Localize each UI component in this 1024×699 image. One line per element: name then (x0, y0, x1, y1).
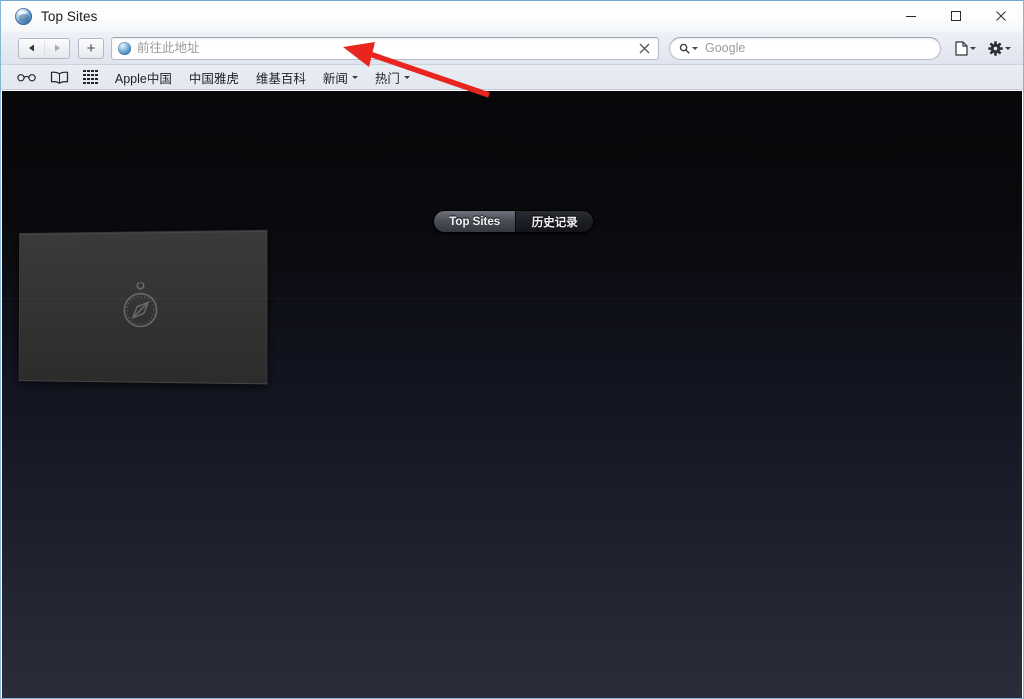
clear-address-icon[interactable] (637, 41, 651, 55)
maximize-button[interactable] (933, 1, 978, 31)
bookmarks-book-icon[interactable] (50, 71, 69, 84)
address-bar[interactable] (111, 36, 659, 60)
new-tab-button[interactable]: + (78, 37, 104, 59)
page-icon (955, 40, 968, 56)
page-menu-button[interactable] (955, 40, 976, 56)
toolbar-right-actions (955, 40, 1011, 56)
bookmark-label: 热门 (374, 71, 400, 86)
tab-label: 历史记录 (531, 216, 578, 229)
window-title: Top Sites (41, 9, 98, 24)
top-site-thumbnail-slot[interactable] (18, 229, 268, 385)
chevron-down-icon (351, 75, 358, 79)
bookmark-label: 维基百科 (255, 71, 306, 86)
tab-history[interactable]: 历史记录 (515, 211, 593, 232)
reader-glasses-icon[interactable] (17, 72, 36, 82)
tab-top-sites[interactable]: Top Sites (434, 211, 516, 232)
top-sites-grid-icon[interactable] (83, 69, 98, 85)
bookmark-label: Apple中国 (114, 71, 172, 86)
chevron-down-icon (1005, 46, 1011, 50)
view-toggle: Top Sites 历史记录 (433, 210, 594, 233)
chevron-down-icon (970, 46, 976, 50)
bookmark-label: 新闻 (322, 71, 348, 86)
title-bar: Top Sites (1, 1, 1023, 32)
gear-icon (988, 40, 1003, 56)
browser-window: Top Sites + 前往此地址 Google Apple中国 中国雅虎 维基… (0, 0, 1024, 699)
chevron-down-icon[interactable] (692, 46, 698, 50)
chevron-down-icon (403, 75, 410, 79)
forward-button[interactable] (44, 38, 69, 58)
top-site-thumbnail[interactable] (18, 229, 268, 385)
settings-menu-button[interactable] (988, 40, 1011, 56)
bookmark-folder-popular[interactable]: 热门 (375, 68, 410, 87)
back-button[interactable] (19, 38, 44, 58)
bookmark-label: 中国雅虎 (188, 71, 239, 86)
globe-icon (118, 41, 131, 55)
search-input[interactable] (705, 41, 940, 55)
bookmark-item-yahoo-china[interactable]: 中国雅虎 (189, 68, 239, 87)
top-sites-content: Top Sites 历史记录 (2, 91, 1022, 698)
globe-icon (15, 8, 32, 25)
browser-toolbar: + (1, 32, 1023, 65)
close-button[interactable] (978, 1, 1023, 31)
bookmark-item-apple-china[interactable]: Apple中国 (115, 68, 172, 87)
tab-label: Top Sites (449, 215, 501, 228)
bookmark-item-wikipedia[interactable]: 维基百科 (256, 68, 306, 87)
minimize-button[interactable] (888, 1, 933, 31)
plus-icon: + (86, 39, 96, 57)
navigation-buttons (18, 37, 70, 59)
search-icon (679, 43, 690, 54)
safari-compass-icon (119, 282, 161, 331)
bookmarks-bar: Apple中国 中国雅虎 维基百科 新闻 热门 (1, 65, 1023, 90)
window-controls (888, 1, 1023, 32)
search-bar[interactable] (669, 36, 941, 60)
address-input[interactable] (137, 41, 637, 55)
bookmark-folder-news[interactable]: 新闻 (323, 68, 358, 87)
